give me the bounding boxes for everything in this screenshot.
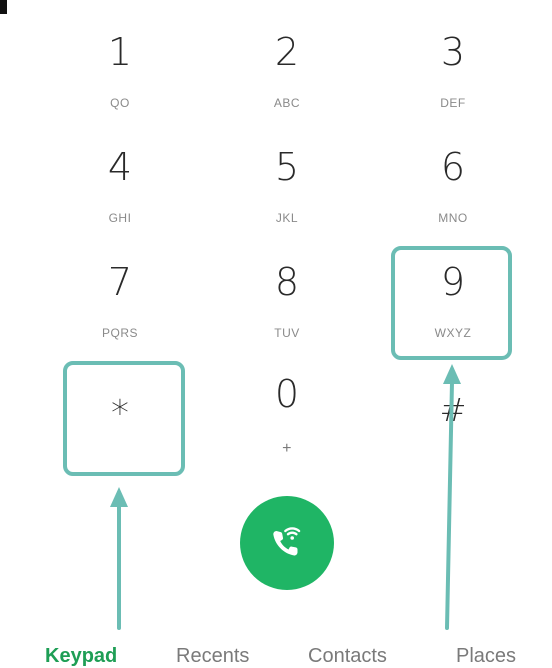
key-1[interactable]: 1 QO [50,30,190,142]
key-letters: TUV [274,326,300,340]
tab-recents[interactable]: Recents [176,644,249,668]
key-digit: # [439,391,467,429]
phone-wifi-call-icon [273,527,301,556]
key-letters: PQRS [101,326,138,340]
key-3[interactable]: 3 DEF [383,30,523,142]
tab-places[interactable]: Places [456,644,516,668]
key-digit: 8 [274,260,300,304]
key-4[interactable]: 4 GHI [50,145,190,257]
key-6[interactable]: 6 MNO [383,145,523,257]
highlight-box-key-star [63,361,185,476]
tab-keypad[interactable]: Keypad [45,644,117,668]
tab-contacts[interactable]: Contacts [308,644,387,668]
key-2[interactable]: 2 ABC [217,30,357,142]
call-button[interactable] [240,496,334,590]
key-7[interactable]: 7 PQRS [50,260,190,372]
key-5[interactable]: 5 JKL [217,145,357,257]
key-digit: 2 [274,30,300,74]
key-letters: MNO [438,211,468,225]
key-letters: QO [110,96,130,110]
key-letters: JKL [275,211,299,225]
key-digit: 5 [274,145,300,189]
key-digit: 3 [440,30,466,74]
bottom-tab-bar: Keypad Recents Contacts Places [0,638,552,667]
key-letters: + [282,440,292,457]
key-digit: 6 [440,145,466,189]
arrow-to-key-star [110,487,128,630]
key-8[interactable]: 8 TUV [217,260,357,372]
key-digit: 4 [107,145,133,189]
key-letters: ABC [273,96,301,110]
key-0[interactable]: 0 + [217,372,357,484]
highlight-box-key-9 [391,246,512,360]
key-hash[interactable]: # [383,372,523,484]
key-digit: 0 [274,372,300,416]
key-digit: 1 [107,30,133,74]
key-letters: DEF [440,96,466,110]
key-letters: GHI [108,211,132,225]
key-digit: 7 [107,260,133,304]
